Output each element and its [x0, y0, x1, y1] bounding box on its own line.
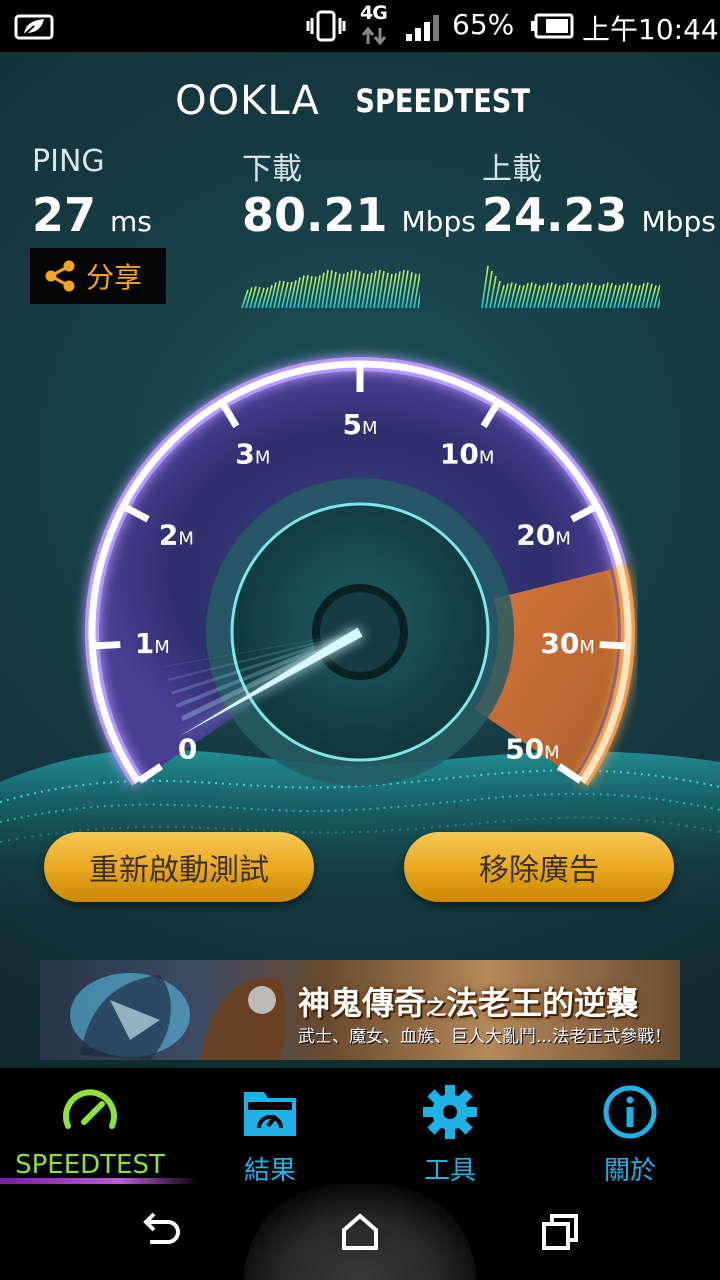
upload-result: 24.23 Mbps [482, 188, 716, 242]
tab-label: 關於 [603, 1156, 656, 1186]
gauge-tick [94, 641, 121, 650]
gauge-tick-value: 0 [178, 732, 197, 765]
download-result: 80.21 Mbps [242, 188, 476, 242]
gauge-tick-value: 20 [516, 518, 555, 551]
ad-title: 神鬼傳奇之法老王的逆襲 [298, 978, 638, 1024]
ookla-speedtest-logo: OOKLA SPEEDTEST [0, 78, 720, 124]
upload-label: 上載 [482, 152, 542, 187]
tab-results[interactable]: 結果 [180, 1068, 360, 1186]
gauge-tick-value: 1 [135, 627, 154, 660]
speedometer-icon [63, 1089, 117, 1129]
clock: 上午10:44 [582, 13, 719, 46]
gear-icon [423, 1085, 477, 1139]
ping-value: 27 [32, 188, 97, 242]
ping-result: 27 ms [32, 188, 152, 242]
logo-ookla: OOKLA [175, 78, 320, 124]
ping-label: PING [32, 144, 105, 179]
tab-tools[interactable]: 工具 [360, 1068, 540, 1186]
restart-test-button[interactable]: 重新啟動測試 [44, 832, 314, 902]
ad-title-connector: 之 [426, 995, 447, 1019]
signal-icon [406, 15, 439, 41]
ad-title-part2: 法老王的逆襲 [446, 984, 639, 1022]
gauge-tick-unit: M [555, 528, 571, 549]
gauge-tick-unit: M [178, 528, 194, 549]
upload-sparkline [481, 265, 660, 308]
share-icon [45, 260, 75, 292]
bottom-tab-bar: SPEEDTEST 結果 工具 關於 [0, 1068, 720, 1186]
speed-gauge: 01M2M3M5M10M20M30M50M [85, 357, 635, 786]
download-value: 80.21 [242, 188, 388, 242]
share-label: 分享 [86, 261, 143, 294]
logo-speedtest: SPEEDTEST [354, 82, 530, 120]
gauge-tick-value: 50 [505, 732, 544, 765]
tab-label: 工具 [423, 1156, 476, 1186]
download-unit: Mbps [401, 205, 476, 238]
speedtest-screen: OOKLA SPEEDTEST PING 27 ms 分享 下載 80.21 Mbp… [0, 52, 720, 1068]
tab-label: 結果 [243, 1156, 296, 1186]
ad-subtitle: 武士、魔女、血族、巨人大亂鬥...法老正式參戰！ [298, 1027, 672, 1047]
remove-ads-button[interactable]: 移除廣告 [404, 832, 674, 902]
gauge-tick-unit: M [544, 742, 560, 763]
share-button[interactable]: 分享 [30, 248, 166, 304]
gauge-tick-unit: M [579, 637, 595, 658]
gauge-tick-value: 30 [540, 627, 579, 660]
status-bar: 4G 65% 上午10:44 [0, 0, 720, 52]
gauge-tick-unit: M [362, 418, 378, 439]
battery-percent: 65% [452, 8, 515, 41]
gauge-tick-label: 0 [178, 732, 197, 765]
recent-apps-icon[interactable] [536, 1208, 584, 1256]
back-icon[interactable] [136, 1208, 184, 1256]
network-indicator: 4G [358, 2, 392, 48]
home-icon[interactable] [336, 1208, 384, 1256]
gauge-tick-value: 3 [235, 438, 254, 471]
download-label: 下載 [242, 152, 302, 187]
ping-unit: ms [110, 205, 152, 238]
gauge-tick-unit: M [479, 448, 495, 469]
folder-gauge-icon [244, 1092, 296, 1136]
data-arrows-icon [361, 26, 387, 46]
ad-banner[interactable]: 神鬼傳奇之法老王的逆襲 武士、魔女、血族、巨人大亂鬥...法老正式參戰！ [40, 960, 680, 1060]
network-type: 4G [360, 2, 388, 24]
gauge-tick-value: 5 [342, 408, 361, 441]
tab-label: SPEEDTEST [15, 1150, 165, 1180]
info-icon [603, 1085, 657, 1139]
gauge-tick-unit: M [255, 448, 271, 469]
gauge-tick-value: 10 [440, 438, 479, 471]
gauge-tick-unit: M [154, 637, 170, 658]
tab-speedtest[interactable]: SPEEDTEST [0, 1068, 200, 1184]
gauge-tick [599, 641, 626, 650]
leaf-icon [14, 14, 54, 40]
vibrate-icon [306, 10, 346, 42]
download-sparkline [241, 269, 420, 308]
ad-artwork [70, 973, 286, 1060]
gauge-tick-value: 2 [159, 518, 178, 551]
upload-unit: Mbps [641, 205, 716, 238]
battery-icon [531, 13, 574, 39]
upload-value: 24.23 [482, 188, 628, 242]
ad-title-part1: 神鬼傳奇 [298, 984, 427, 1022]
tab-about[interactable]: 關於 [540, 1068, 720, 1186]
